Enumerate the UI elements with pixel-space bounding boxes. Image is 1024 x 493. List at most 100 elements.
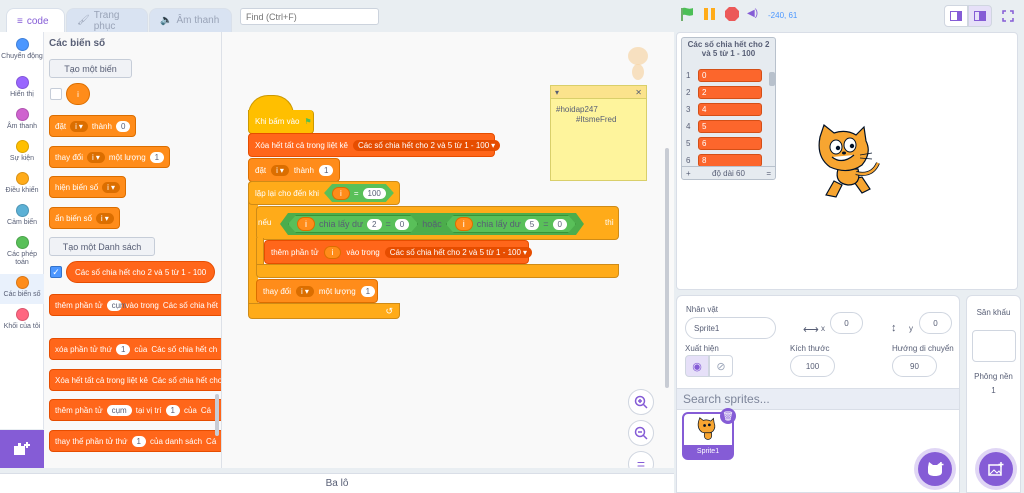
when-flag-clicked-block[interactable]: Khi bấm vào ⚑: [248, 110, 314, 134]
show-variable-block[interactable]: hiện biến số i ▾: [49, 176, 126, 198]
category-looks[interactable]: Hiển thị: [0, 76, 44, 99]
category-sensing[interactable]: Cảm biến: [0, 204, 44, 227]
category-sound[interactable]: Âm thanh: [0, 108, 44, 131]
value-input[interactable]: 100: [363, 188, 386, 199]
hide-sprite-button[interactable]: ⊘: [709, 355, 733, 377]
category-control[interactable]: Điều khiển: [0, 172, 44, 195]
resize-handle[interactable]: =: [766, 169, 771, 178]
variable-dropdown[interactable]: i ▾: [70, 120, 88, 132]
delete-all-list-block[interactable]: Xóa hết tất cả trong liệt kê Các số chia…: [49, 369, 221, 391]
mod-equals-operator-2[interactable]: i chia lấy dư 5 = 0: [446, 215, 576, 233]
hide-variable-block[interactable]: ẩn biến số i ▾: [49, 207, 120, 229]
make-list-button[interactable]: Tạo một Danh sách: [49, 237, 155, 256]
stage-thumbnail[interactable]: [972, 330, 1016, 362]
green-flag-icon[interactable]: [679, 6, 695, 22]
category-my-blocks[interactable]: Khối của tôi: [0, 308, 44, 331]
list-scrollbar[interactable]: [769, 72, 775, 86]
index-input[interactable]: 1: [165, 404, 180, 416]
choose-sprite-button[interactable]: [918, 452, 952, 486]
stage-canvas[interactable]: Các số chia hết cho 2 và 5 từ 1 - 100 10…: [676, 32, 1018, 290]
value-input[interactable]: 0: [553, 219, 567, 230]
sprite-name-input[interactable]: Sprite1: [685, 317, 776, 339]
variable-reporter[interactable]: i: [66, 83, 90, 105]
size-input[interactable]: 100: [790, 355, 835, 377]
list-reporter[interactable]: Các số chia hết cho 2 và 5 từ 1 - 100: [66, 261, 216, 283]
delete-all-of-list-block[interactable]: Xóa hết tất cả trong liệt kê Các số chia…: [248, 133, 501, 157]
find-input[interactable]: [240, 8, 379, 25]
value-input[interactable]: 5: [525, 219, 539, 230]
list-dropdown[interactable]: Cá: [206, 437, 216, 446]
stage-selector[interactable]: Sân khấu Phông nền 1: [966, 295, 1021, 493]
palette-scrollbar[interactable]: [215, 394, 219, 436]
category-motion[interactable]: Chuyển động: [0, 38, 44, 61]
set-variable-block[interactable]: đặt i ▾ thành 1: [248, 158, 340, 182]
variable-checkbox[interactable]: [50, 88, 62, 100]
value-input[interactable]: 0: [115, 120, 131, 132]
variable-reporter[interactable]: i: [332, 187, 350, 200]
make-variable-button[interactable]: Tạo một biến: [49, 59, 132, 78]
backpack-bar[interactable]: Ba lô: [0, 473, 674, 493]
variable-dropdown[interactable]: i ▾: [87, 151, 105, 163]
y-input[interactable]: 0: [919, 312, 952, 334]
script-workspace[interactable]: Khi bấm vào ⚑ Xóa hết tất cả trong liệt …: [222, 32, 674, 468]
list-item-value[interactable]: 8: [698, 153, 762, 167]
large-stage-button[interactable]: [968, 5, 992, 27]
delete-sprite-button[interactable]: 🗑: [720, 408, 736, 424]
category-events[interactable]: Sự kiện: [0, 140, 44, 163]
mod-equals-operator-1[interactable]: i chia lấy dư 2 = 0: [288, 215, 418, 233]
repeat-until-block[interactable]: lặp lại cho đến khi i = 100: [248, 181, 400, 205]
list-checkbox[interactable]: ✓: [50, 266, 62, 278]
add-to-list-block[interactable]: thêm phần tử cụm vào trong Các số chia h…: [49, 294, 221, 316]
show-sprite-button[interactable]: ◉: [685, 355, 709, 377]
tab-sounds[interactable]: 🔈 Âm thanh: [149, 8, 232, 32]
list-dropdown[interactable]: Các số chia hết cho 2 và 5 từ 1 - 100 ▾: [384, 246, 532, 258]
add-to-list-block[interactable]: thêm phần tử i vào trong Các số chia hết…: [264, 240, 532, 264]
replace-item-block[interactable]: thay thế phần tử thứ 1 của danh sách Cá: [49, 430, 221, 452]
variable-reporter[interactable]: i: [455, 217, 473, 231]
list-item-value[interactable]: 5: [698, 119, 762, 133]
variable-dropdown[interactable]: i ▾: [296, 285, 314, 297]
list-dropdown[interactable]: Các số chia hết ch: [151, 345, 217, 354]
zoom-out-button[interactable]: [628, 420, 654, 446]
list-dropdown[interactable]: Các số chia hết: [163, 301, 218, 310]
zoom-reset-button[interactable]: =: [628, 451, 654, 468]
stop-icon[interactable]: [724, 6, 740, 22]
equals-operator[interactable]: i = 100: [324, 184, 394, 202]
list-dropdown[interactable]: Các số chia hết cho: [152, 376, 221, 385]
zoom-in-button[interactable]: [628, 389, 654, 415]
variable-dropdown[interactable]: i ▾: [95, 212, 114, 224]
fullscreen-button[interactable]: [997, 5, 1019, 27]
x-input[interactable]: 0: [830, 312, 863, 334]
tab-costumes[interactable]: 🖌 Trang phục: [66, 8, 148, 32]
value-input[interactable]: 2: [367, 219, 381, 230]
index-input[interactable]: 1: [115, 343, 131, 355]
close-icon[interactable]: ✕: [635, 88, 642, 97]
scratch-cat-sprite[interactable]: [812, 123, 884, 199]
delete-of-list-block[interactable]: xóa phần tử thứ 1 của Các số chia hết ch: [49, 338, 221, 360]
add-item-button[interactable]: +: [686, 169, 691, 178]
list-item-value[interactable]: 2: [698, 85, 762, 99]
workspace-scrollbar[interactable]: [665, 148, 669, 388]
variable-dropdown[interactable]: i ▾: [102, 181, 120, 193]
pause-icon[interactable]: [702, 6, 718, 22]
collapse-icon[interactable]: ▾: [555, 88, 559, 97]
category-variables[interactable]: Các biến số: [0, 274, 44, 304]
insert-at-list-block[interactable]: thêm phần tử cụm tại vị trí 1 của Cá: [49, 399, 221, 421]
or-operator[interactable]: i chia lấy dư 2 = 0 hoặc i chia lấy dư 5…: [280, 213, 584, 235]
variable-reporter[interactable]: i: [297, 217, 315, 231]
value-input[interactable]: 1: [318, 164, 333, 176]
change-variable-block[interactable]: thay đổi i ▾ một lượng 1: [49, 146, 171, 168]
category-operators[interactable]: Các phép toán: [0, 236, 44, 267]
small-stage-button[interactable]: [944, 5, 968, 27]
direction-input[interactable]: 90: [892, 355, 937, 377]
sprite-search-input[interactable]: Search sprites...: [677, 388, 959, 410]
value-input[interactable]: 1: [149, 151, 165, 163]
choose-backdrop-button[interactable]: [979, 452, 1013, 486]
index-input[interactable]: 1: [131, 435, 146, 447]
value-input[interactable]: 0: [395, 219, 409, 230]
variable-reporter[interactable]: i: [323, 245, 342, 259]
change-variable-block[interactable]: thay đổi i ▾ một lượng 1: [256, 279, 378, 303]
list-dropdown[interactable]: Cá: [201, 406, 211, 415]
set-variable-block[interactable]: đặt i ▾ thành 0: [49, 115, 137, 137]
list-item-value[interactable]: 0: [698, 68, 762, 82]
